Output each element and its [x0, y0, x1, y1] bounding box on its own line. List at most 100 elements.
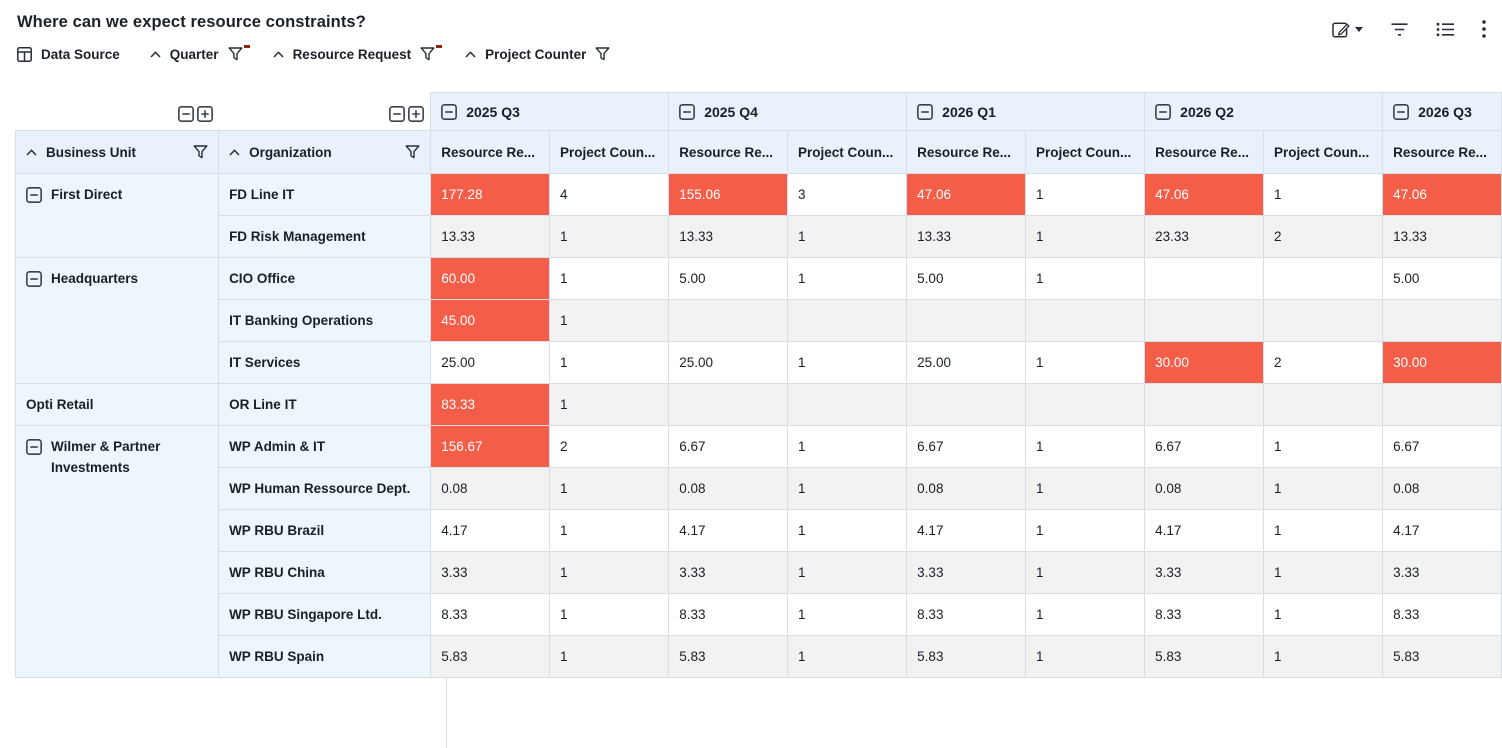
column-header-resource-request[interactable]: Resource Re...: [431, 131, 550, 174]
value-cell[interactable]: 1: [1263, 552, 1382, 594]
value-cell[interactable]: 47.06: [1145, 174, 1264, 216]
value-cell[interactable]: [669, 300, 788, 342]
chevron-up-icon[interactable]: [465, 51, 476, 58]
value-cell[interactable]: 1: [550, 636, 669, 678]
column-header-resource-request[interactable]: Resource Re...: [1383, 131, 1502, 174]
collapse-all-icon[interactable]: [389, 106, 405, 122]
value-cell[interactable]: 156.67: [431, 426, 550, 468]
value-cell[interactable]: 177.28: [431, 174, 550, 216]
organization-cell[interactable]: WP Admin & IT: [219, 426, 431, 468]
value-cell[interactable]: 4.17: [431, 510, 550, 552]
value-cell[interactable]: 1: [550, 468, 669, 510]
value-cell[interactable]: 4.17: [669, 510, 788, 552]
value-cell[interactable]: 155.06: [669, 174, 788, 216]
value-cell[interactable]: 1: [1263, 636, 1382, 678]
value-cell[interactable]: [669, 384, 788, 426]
column-header-resource-request[interactable]: Resource Re...: [1145, 131, 1264, 174]
value-cell[interactable]: 5.00: [907, 258, 1026, 300]
sort-chevron-up-icon[interactable]: [229, 149, 240, 156]
value-cell[interactable]: 25.00: [669, 342, 788, 384]
collapse-icon[interactable]: [1393, 104, 1409, 120]
value-cell[interactable]: [788, 300, 907, 342]
value-cell[interactable]: 1: [1026, 258, 1145, 300]
filter-lines-button[interactable]: [1390, 22, 1409, 37]
column-header-resource-request[interactable]: Resource Re...: [669, 131, 788, 174]
value-cell[interactable]: 45.00: [431, 300, 550, 342]
expand-all-icon[interactable]: [197, 106, 213, 122]
column-group-header[interactable]: 2026 Q1: [907, 93, 1145, 131]
value-cell[interactable]: 1: [1026, 510, 1145, 552]
field-project-counter[interactable]: Project Counter: [465, 47, 610, 62]
value-cell[interactable]: 1: [788, 258, 907, 300]
value-cell[interactable]: 1: [1026, 342, 1145, 384]
value-cell[interactable]: 8.33: [669, 594, 788, 636]
value-cell[interactable]: 1: [550, 342, 669, 384]
value-cell[interactable]: 2: [1263, 216, 1382, 258]
value-cell[interactable]: 1: [1026, 636, 1145, 678]
filter-icon[interactable]: [595, 47, 610, 61]
value-cell[interactable]: 13.33: [1383, 216, 1502, 258]
value-cell[interactable]: 4.17: [1145, 510, 1264, 552]
value-cell[interactable]: [1145, 258, 1264, 300]
value-cell[interactable]: [1026, 384, 1145, 426]
value-cell[interactable]: 4: [550, 174, 669, 216]
value-cell[interactable]: 6.67: [1383, 426, 1502, 468]
value-cell[interactable]: 8.33: [1383, 594, 1502, 636]
value-cell[interactable]: 1: [1026, 216, 1145, 258]
filter-icon[interactable]: [420, 47, 435, 61]
business-unit-cell[interactable]: Opti Retail: [16, 384, 219, 426]
value-cell[interactable]: 25.00: [431, 342, 550, 384]
value-cell[interactable]: 47.06: [907, 174, 1026, 216]
value-cell[interactable]: 60.00: [431, 258, 550, 300]
value-cell[interactable]: 1: [1263, 594, 1382, 636]
value-cell[interactable]: 1: [550, 552, 669, 594]
value-cell[interactable]: 1: [550, 258, 669, 300]
value-cell[interactable]: 3: [788, 174, 907, 216]
value-cell[interactable]: 1: [550, 300, 669, 342]
value-cell[interactable]: [907, 384, 1026, 426]
value-cell[interactable]: [1383, 384, 1502, 426]
filter-icon[interactable]: [405, 145, 420, 159]
value-cell[interactable]: [788, 384, 907, 426]
value-cell[interactable]: 47.06: [1383, 174, 1502, 216]
value-cell[interactable]: 1: [788, 342, 907, 384]
column-group-header[interactable]: 2026 Q3: [1383, 93, 1502, 131]
value-cell[interactable]: 1: [1263, 468, 1382, 510]
value-cell[interactable]: 5.00: [669, 258, 788, 300]
value-cell[interactable]: 1: [788, 426, 907, 468]
column-header-project-counter[interactable]: Project Coun...: [1263, 131, 1382, 174]
collapse-icon[interactable]: [679, 104, 695, 120]
value-cell[interactable]: 1: [550, 510, 669, 552]
value-cell[interactable]: 1: [550, 594, 669, 636]
value-cell[interactable]: 8.33: [1145, 594, 1264, 636]
value-cell[interactable]: 6.67: [669, 426, 788, 468]
expand-all-icon[interactable]: [408, 106, 424, 122]
organization-cell[interactable]: IT Banking Operations: [219, 300, 431, 342]
organization-cell[interactable]: FD Line IT: [219, 174, 431, 216]
edit-view-button[interactable]: [1332, 20, 1363, 39]
organization-cell[interactable]: CIO Office: [219, 258, 431, 300]
column-header-resource-request[interactable]: Resource Re...: [907, 131, 1026, 174]
chevron-up-icon[interactable]: [273, 51, 284, 58]
value-cell[interactable]: 30.00: [1145, 342, 1264, 384]
collapse-icon[interactable]: [917, 104, 933, 120]
value-cell[interactable]: [1145, 300, 1264, 342]
business-unit-cell[interactable]: First Direct: [16, 174, 219, 258]
value-cell[interactable]: 5.83: [907, 636, 1026, 678]
organization-cell[interactable]: WP RBU Brazil: [219, 510, 431, 552]
value-cell[interactable]: 3.33: [1383, 552, 1502, 594]
value-cell[interactable]: 0.08: [1383, 468, 1502, 510]
value-cell[interactable]: 8.33: [907, 594, 1026, 636]
value-cell[interactable]: 1: [1263, 510, 1382, 552]
data-source-button[interactable]: Data Source: [17, 47, 120, 62]
value-cell[interactable]: 1: [1026, 426, 1145, 468]
value-cell[interactable]: [1263, 384, 1382, 426]
column-group-header[interactable]: 2026 Q2: [1145, 93, 1383, 131]
organization-cell[interactable]: FD Risk Management: [219, 216, 431, 258]
more-options-button[interactable]: [1482, 20, 1486, 38]
organization-cell[interactable]: IT Services: [219, 342, 431, 384]
filter-icon[interactable]: [193, 145, 208, 159]
value-cell[interactable]: 0.08: [431, 468, 550, 510]
collapse-icon[interactable]: [441, 104, 457, 120]
value-cell[interactable]: 3.33: [669, 552, 788, 594]
